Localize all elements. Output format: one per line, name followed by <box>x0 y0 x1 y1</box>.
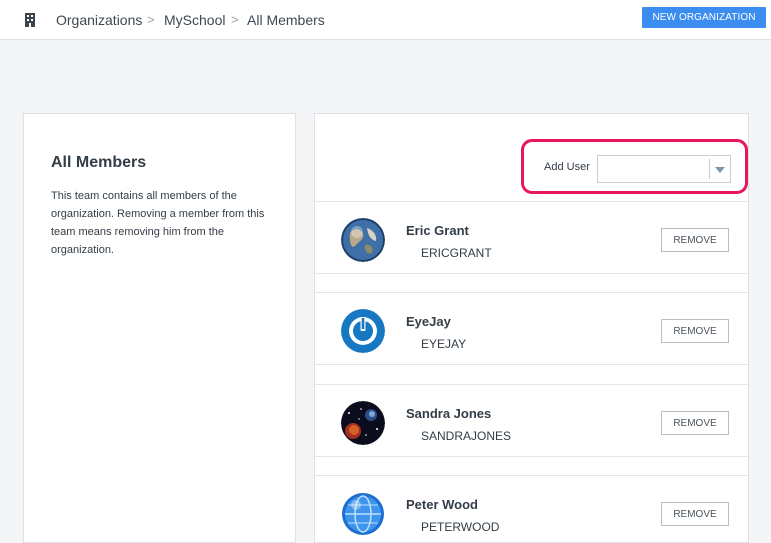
member-username: EYEJAY <box>421 337 467 351</box>
chevron-down-icon[interactable] <box>715 167 725 173</box>
member-name: Sandra Jones <box>406 406 492 421</box>
add-user-highlight: Add User <box>521 139 748 194</box>
top-bar: Organizations > MySchool > All Members N… <box>0 0 771 40</box>
remove-button[interactable]: REMOVE <box>661 502 729 526</box>
space-avatar <box>341 401 385 445</box>
member-username: ERICGRANT <box>421 246 492 260</box>
member-row: Eric Grant ERICGRANT REMOVE <box>315 201 748 274</box>
member-username: PETERWOOD <box>421 520 500 534</box>
remove-button[interactable]: REMOVE <box>661 228 729 252</box>
select-divider <box>709 159 710 179</box>
add-user-label: Add User <box>544 161 590 173</box>
member-username: SANDRAJONES <box>421 429 512 443</box>
team-info-panel: All Members This team contains all membe… <box>23 113 296 543</box>
add-user-select[interactable] <box>597 155 731 183</box>
breadcrumb-separator: > <box>147 12 155 27</box>
breadcrumb-organizations[interactable]: Organizations <box>56 12 142 28</box>
remove-button[interactable]: REMOVE <box>661 319 729 343</box>
breadcrumb-myschool[interactable]: MySchool <box>164 12 225 28</box>
member-name: EyeJay <box>406 314 451 329</box>
breadcrumb-all-members: All Members <box>247 12 325 28</box>
breadcrumb-separator: > <box>231 12 239 27</box>
globe-avatar <box>342 493 384 535</box>
team-description: This team contains all members of the or… <box>51 190 265 256</box>
member-row: Sandra Jones SANDRAJONES REMOVE <box>315 384 748 457</box>
power-avatar <box>341 309 385 353</box>
member-name: Eric Grant <box>406 223 469 238</box>
remove-button[interactable]: REMOVE <box>661 411 729 435</box>
member-name: Peter Wood <box>406 497 478 512</box>
member-row: Peter Wood PETERWOOD REMOVE <box>315 475 748 542</box>
new-organization-button[interactable]: NEW ORGANIZATION <box>642 7 766 28</box>
earth-avatar <box>341 218 385 262</box>
members-panel: Add User Eric Grant ERICGRANT REMOVE Eye… <box>314 113 749 543</box>
member-row: EyeJay EYEJAY REMOVE <box>315 292 748 365</box>
building-icon <box>25 13 35 27</box>
team-title: All Members <box>51 154 147 171</box>
